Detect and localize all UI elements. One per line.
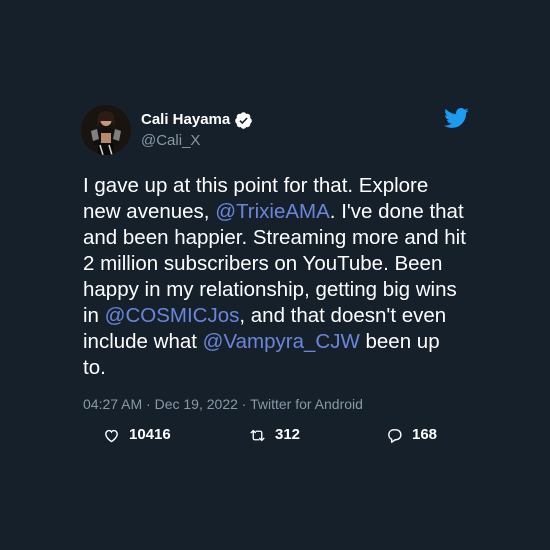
retweet-button[interactable]: 312: [249, 425, 300, 445]
tweet-text: I gave up at this point for that. Explor…: [83, 173, 468, 381]
tweet-meta: 04:27 AM · Dec 19, 2022 · Twitter for An…: [83, 395, 363, 413]
meta-separator: ·: [146, 396, 151, 412]
mention-link[interactable]: @COSMICJos: [105, 304, 240, 327]
retweet-icon: [249, 427, 266, 444]
tweet-source[interactable]: Twitter for Android: [250, 396, 363, 412]
like-count: 10416: [129, 426, 171, 443]
tweet-time[interactable]: 04:27 AM: [83, 396, 142, 412]
heart-icon: [103, 427, 120, 444]
avatar-image: [81, 105, 131, 155]
reply-count: 168: [412, 426, 438, 443]
reply-button[interactable]: 168: [386, 425, 437, 445]
mention-link[interactable]: @TrixieAMA: [215, 200, 330, 223]
mention-link[interactable]: @Vampyra_CJW: [203, 330, 360, 353]
author-handle[interactable]: @Cali_X: [141, 131, 253, 151]
name-row: Cali Hayama: [141, 110, 253, 130]
twitter-bird-icon[interactable]: [443, 107, 469, 129]
user-avatar[interactable]: [81, 105, 131, 155]
author-name[interactable]: Cali Hayama: [141, 110, 230, 130]
author-block: Cali Hayama @Cali_X: [141, 110, 253, 151]
tweet-date[interactable]: Dec 19, 2022: [155, 396, 238, 412]
reply-bubble-icon: [386, 427, 403, 444]
tweet-actions: 10416 312 168: [103, 425, 463, 445]
retweet-count: 312: [275, 426, 301, 443]
verified-badge-icon: [234, 111, 253, 130]
meta-separator: ·: [241, 396, 247, 412]
like-button[interactable]: 10416: [103, 425, 171, 445]
